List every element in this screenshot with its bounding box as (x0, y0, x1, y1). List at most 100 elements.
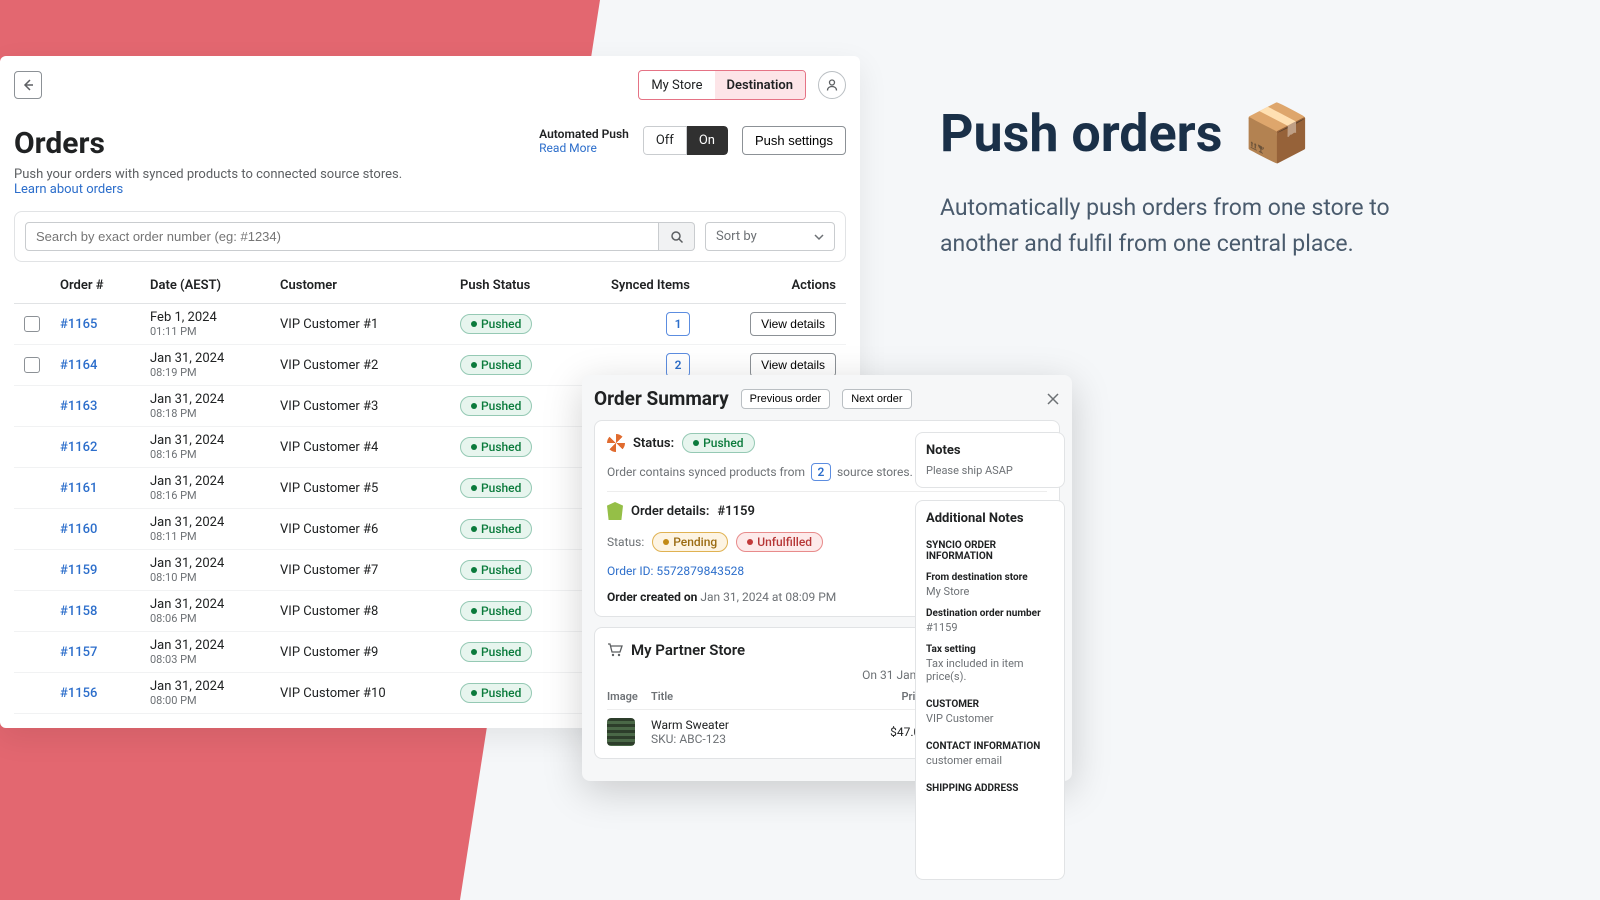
package-icon: 📦 (1242, 100, 1312, 166)
status-badge-pushed: Pushed (460, 601, 532, 621)
notes-title: Notes (926, 443, 1054, 458)
toggle-on[interactable]: On (687, 126, 728, 155)
hero-copy: Push orders 📦 Automatically push orders … (940, 100, 1410, 261)
back-button[interactable] (14, 71, 42, 99)
from-store-label: From destination store (926, 572, 1054, 583)
modal-title: Order Summary (594, 387, 729, 410)
customer-name: VIP Customer #3 (280, 399, 460, 414)
status-badge-pushed: Pushed (460, 519, 532, 539)
syncio-icon (607, 434, 625, 452)
contact-label: CONTACT INFORMATION (926, 741, 1054, 752)
status-badge-pushed: Pushed (460, 560, 532, 580)
order-id-link[interactable]: Order ID: 5572879843528 (607, 564, 744, 578)
notes-body: Please ship ASAP (926, 464, 1054, 477)
tax-setting-value: Tax included in item price(s). (926, 657, 1054, 683)
customer-name: VIP Customer #9 (280, 645, 460, 660)
hero-desc: Automatically push orders from one store… (940, 190, 1410, 261)
customer-name: VIP Customer #2 (280, 358, 460, 373)
additional-notes-card: Additional Notes SYNCIO ORDER INFORMATIO… (915, 500, 1065, 880)
store-tab-mystore[interactable]: My Store (639, 71, 714, 99)
row-checkbox[interactable] (24, 316, 40, 332)
table-row: #1165Feb 1, 202401:11 PMVIP Customer #1P… (14, 304, 846, 345)
order-link[interactable]: #1156 (60, 686, 150, 701)
order-link[interactable]: #1165 (60, 317, 150, 332)
automated-push-label: Automated Push (539, 127, 629, 141)
close-button[interactable] (1046, 392, 1060, 406)
order-date: Jan 31, 202408:19 PM (150, 351, 280, 379)
status-badge-pushed: Pushed (460, 642, 532, 662)
from-store-value: My Store (926, 585, 1054, 598)
notes-card: Notes Please ship ASAP (915, 432, 1065, 488)
search-input[interactable] (25, 222, 659, 251)
auto-push-toggle: Off On (643, 126, 728, 155)
arrow-left-icon (21, 78, 35, 92)
order-link[interactable]: #1158 (60, 604, 150, 619)
item-sku: SKU: ABC-123 (651, 732, 867, 746)
sort-dropdown[interactable]: Sort by (705, 222, 835, 251)
product-image (607, 718, 635, 746)
order-link[interactable]: #1163 (60, 399, 150, 414)
order-link[interactable]: #1162 (60, 440, 150, 455)
order-link[interactable]: #1157 (60, 645, 150, 660)
status-badge-pushed: Pushed (460, 437, 532, 457)
order-link[interactable]: #1164 (60, 358, 150, 373)
syncio-info-header: SYNCIO ORDER INFORMATION (926, 540, 1054, 562)
additional-notes-title: Additional Notes (926, 511, 1054, 526)
order-date: Jan 31, 202408:06 PM (150, 597, 280, 625)
synced-count: 1 (666, 312, 690, 336)
order-date: Jan 31, 202408:10 PM (150, 556, 280, 584)
page-title: Orders (14, 126, 402, 161)
order-date: Jan 31, 202408:11 PM (150, 515, 280, 543)
col-date: Date (AEST) (150, 278, 280, 293)
customer-name: VIP Customer #4 (280, 440, 460, 455)
customer-label: CUSTOMER (926, 699, 1054, 710)
order-date: Jan 31, 202408:16 PM (150, 474, 280, 502)
search-icon (670, 230, 684, 244)
order-number: #1159 (717, 504, 754, 519)
next-order-button[interactable]: Next order (842, 389, 911, 409)
synced-count: 2 (666, 353, 690, 377)
status-badge-pushed: Pushed (460, 683, 532, 703)
read-more-link[interactable]: Read More (539, 141, 629, 155)
item-title: Warm Sweater (651, 718, 867, 732)
order-link[interactable]: #1161 (60, 481, 150, 496)
side-column: Notes Please ship ASAP Additional Notes … (915, 432, 1065, 892)
order-date: Jan 31, 202408:03 PM (150, 638, 280, 666)
row-checkbox[interactable] (24, 357, 40, 373)
status-badge-pending: Pending (652, 532, 728, 552)
hero-title: Push orders 📦 (940, 100, 1410, 166)
col-actions: Actions (700, 278, 836, 293)
store-tab-destination[interactable]: Destination (715, 71, 806, 99)
cart-icon (607, 642, 623, 658)
order-link[interactable]: #1159 (60, 563, 150, 578)
customer-name: VIP Customer #6 (280, 522, 460, 537)
learn-about-orders-link[interactable]: Learn about orders (14, 182, 402, 197)
push-settings-button[interactable]: Push settings (742, 126, 846, 155)
status-badge-pushed: Pushed (682, 433, 754, 453)
customer-name: VIP Customer #1 (280, 317, 460, 332)
source-count: 2 (811, 463, 831, 481)
status-badge-unfulfilled: Unfulfilled (736, 532, 823, 552)
customer-name: VIP Customer #8 (280, 604, 460, 619)
view-details-button[interactable]: View details (750, 353, 836, 377)
partner-store-name: My Partner Store (631, 641, 745, 659)
automated-push-label-wrap: Automated Push Read More (539, 127, 629, 155)
col-customer: Customer (280, 278, 460, 293)
dest-order-value: #1159 (926, 621, 1054, 634)
order-date: Jan 31, 202408:00 PM (150, 679, 280, 707)
shipping-label: SHIPPING ADDRESS (926, 783, 1054, 794)
previous-order-button[interactable]: Previous order (741, 389, 831, 409)
order-details-label: Order details: (631, 504, 709, 519)
status-badge-pushed: Pushed (460, 478, 532, 498)
view-details-button[interactable]: View details (750, 312, 836, 336)
chevron-down-icon (814, 232, 824, 242)
search-button[interactable] (659, 222, 695, 251)
status-badge-pushed: Pushed (460, 396, 532, 416)
order-link[interactable]: #1160 (60, 522, 150, 537)
col-push-status: Push Status (460, 278, 590, 293)
status-badge-pushed: Pushed (460, 355, 532, 375)
account-button[interactable] (818, 71, 846, 99)
toggle-off[interactable]: Off (643, 126, 687, 155)
tax-setting-label: Tax setting (926, 644, 1054, 655)
status-badge-pushed: Pushed (460, 314, 532, 334)
